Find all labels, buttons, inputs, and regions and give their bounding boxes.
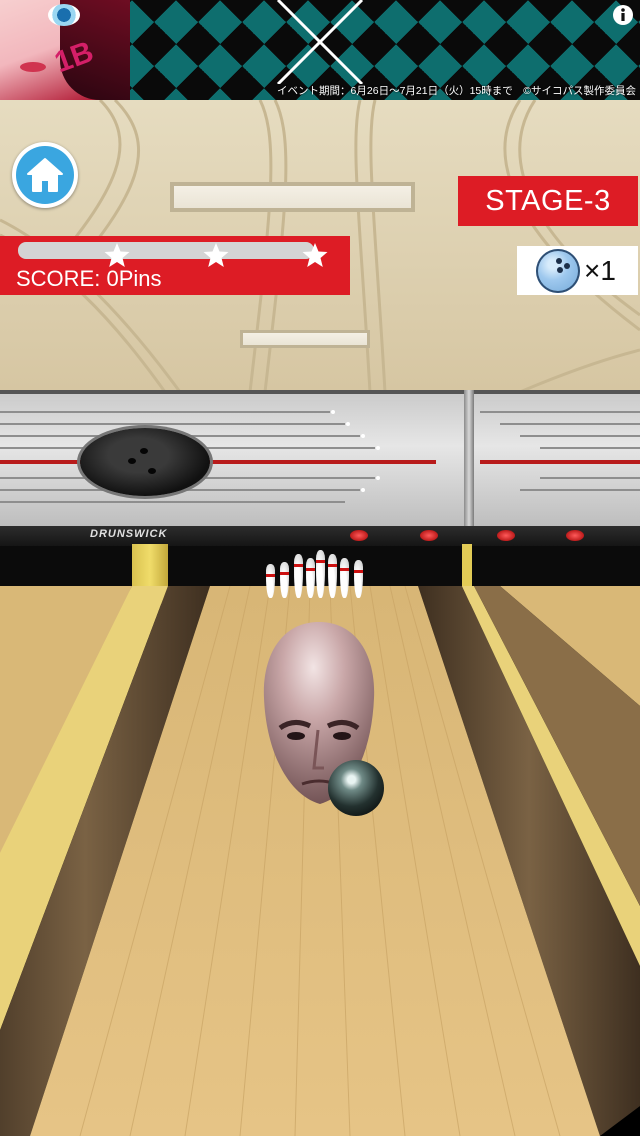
- bowling-pin: [328, 554, 337, 598]
- bowling-pin: [354, 560, 363, 598]
- banner-x-graphic: [276, 0, 364, 84]
- bowling-ball-icon: [536, 248, 580, 293]
- score-panel: SCORE: 0Pins: [0, 236, 350, 295]
- ceiling-light: [240, 330, 370, 348]
- character-lips: [20, 62, 46, 72]
- star-icon: [203, 243, 229, 267]
- score-progress-bar: [18, 242, 314, 259]
- bowling-pin: [306, 558, 315, 598]
- balls-remaining: ×1: [517, 246, 638, 295]
- home-button[interactable]: [12, 142, 78, 208]
- ball-return-logo: [80, 428, 210, 496]
- ad-banner[interactable]: 1B イベント期間：6月26日〜7月21日（火）15時まで ©サイコパス製作委員…: [0, 0, 640, 100]
- indicator-lamp: [350, 530, 368, 541]
- bowling-pin: [266, 564, 275, 598]
- bowling-pin: [316, 550, 325, 598]
- indicator-lamp: [497, 530, 515, 541]
- ceiling-light: [170, 182, 415, 212]
- stage-label: STAGE-3: [458, 176, 638, 226]
- character-eye: [48, 4, 80, 26]
- info-icon[interactable]: [612, 4, 634, 26]
- score-text: SCORE: 0Pins: [16, 266, 162, 291]
- star-icon: [302, 243, 328, 267]
- brand-label: DRUNSWICK: [90, 528, 168, 540]
- star-icon: [104, 243, 130, 267]
- bowling-pins: [262, 548, 372, 598]
- bowling-pin: [280, 562, 289, 598]
- bowling-pin: [294, 554, 303, 598]
- banner-character-portrait: 1B: [0, 0, 130, 100]
- bowling-pin: [340, 558, 349, 598]
- balls-remaining-count: ×1: [584, 254, 616, 286]
- indicator-lamp: [420, 530, 438, 541]
- player-bowling-ball[interactable]: [328, 760, 384, 816]
- home-icon: [27, 158, 63, 192]
- indicator-lamp: [566, 530, 584, 541]
- banner-event-notice: イベント期間：6月26日〜7月21日（火）15時まで ©サイコパス製作委員会: [277, 85, 636, 97]
